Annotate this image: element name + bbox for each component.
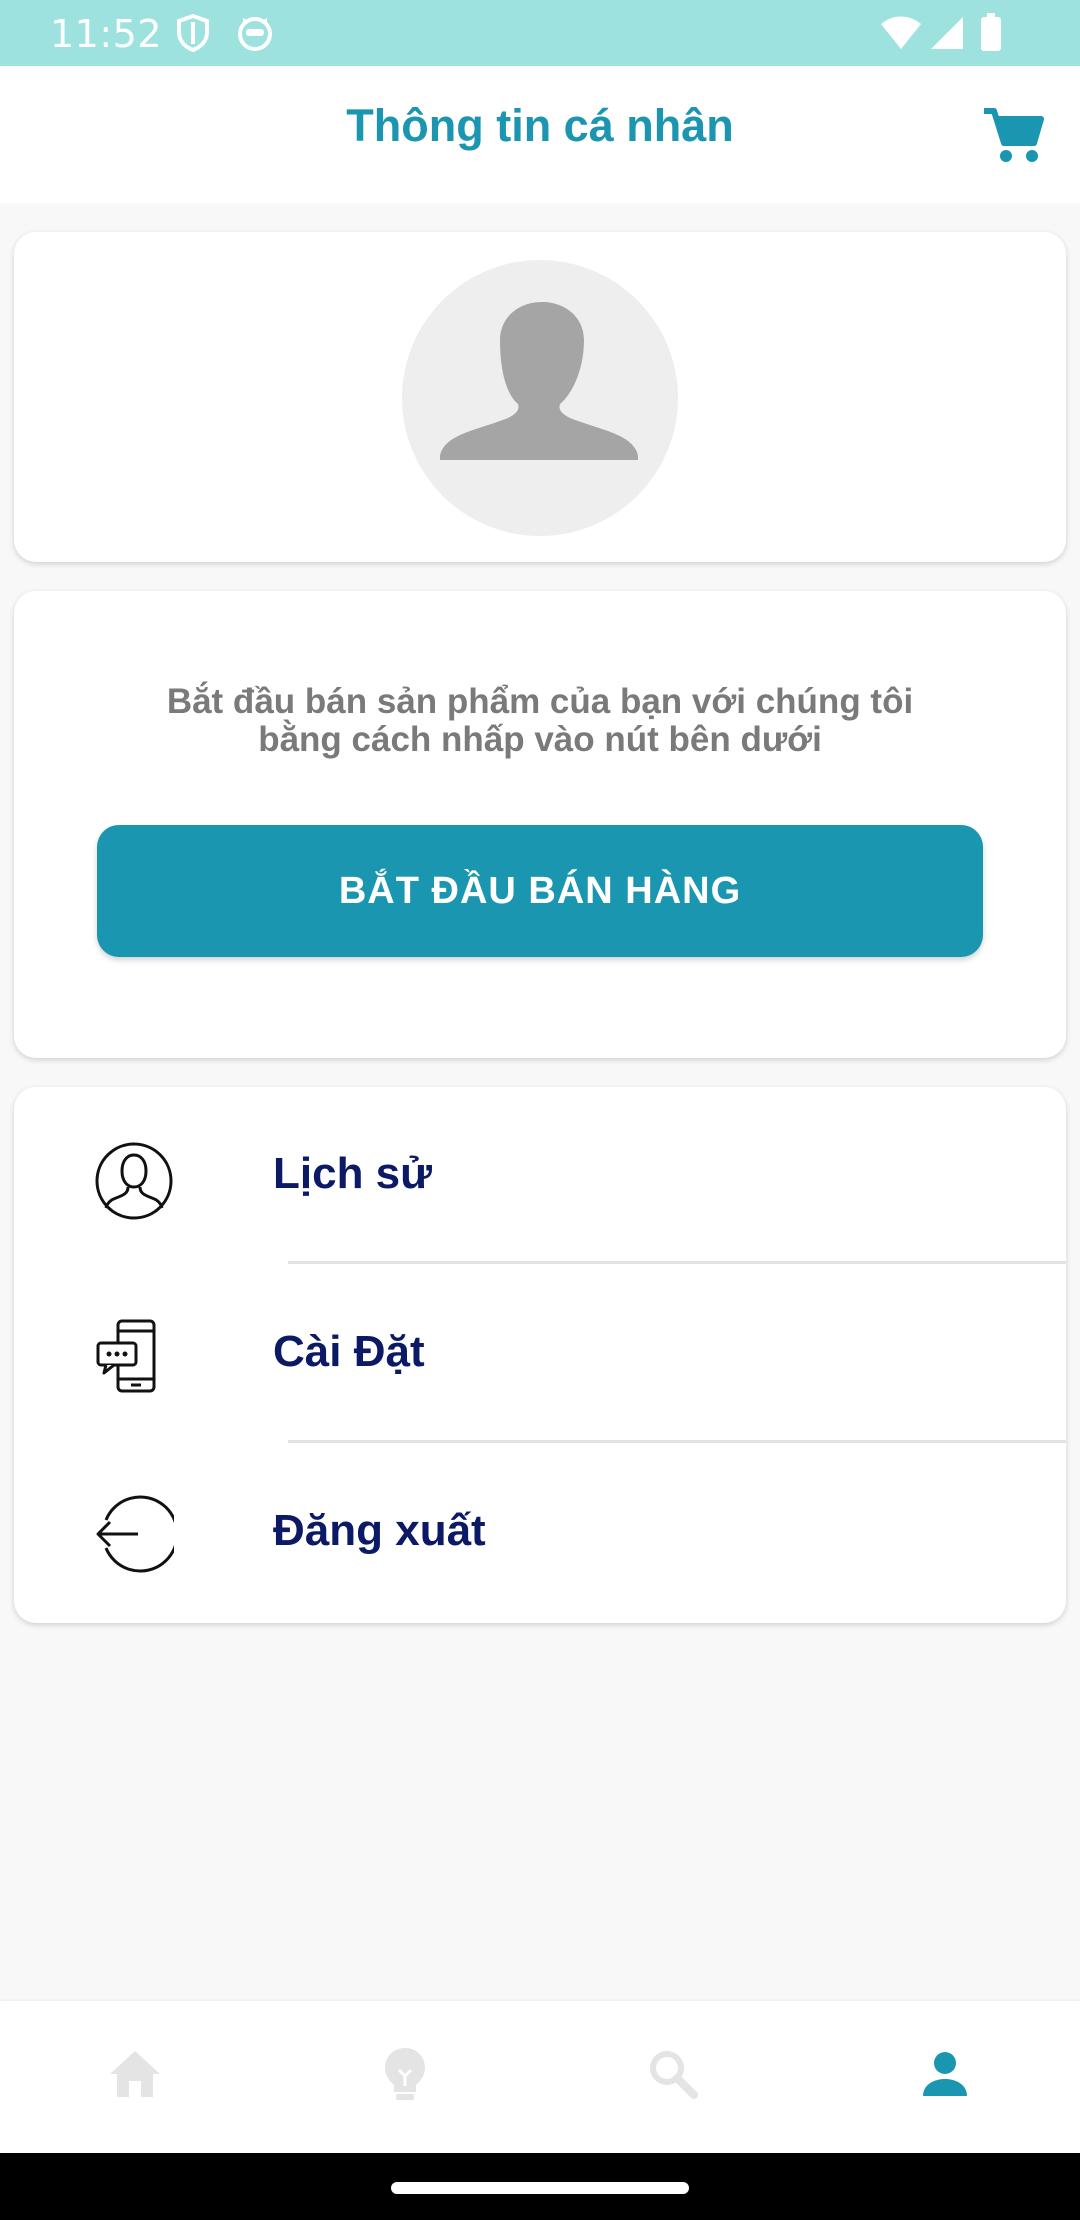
avatar[interactable] (402, 260, 678, 536)
description-line-1: Bắt đầu bán sản phẩm của bạn với chúng t… (166, 682, 914, 721)
menu-item-history[interactable]: Lịch sử (14, 1087, 1066, 1265)
cat-face-icon (236, 14, 274, 57)
phone-chat-icon (94, 1317, 174, 1397)
battery-icon (980, 13, 1002, 56)
menu-item-settings[interactable]: Cài Đặt (14, 1265, 1066, 1443)
wifi-icon (880, 16, 922, 55)
menu-divider (288, 1440, 1066, 1443)
menu-item-label: Cài Đặt (273, 1327, 425, 1376)
cart-button[interactable] (980, 104, 1046, 170)
description-line-2: bằng cách nhấp vào nút bên dưới (258, 720, 822, 759)
home-gesture-handle[interactable] (391, 2182, 689, 2194)
start-selling-description: Bắt đầu bán sản phẩm của bạn với chúng t… (14, 683, 1066, 759)
menu-item-label: Đăng xuất (273, 1506, 486, 1555)
system-navigation-bar (0, 2153, 1080, 2220)
nav-search[interactable] (638, 2041, 708, 2111)
status-bar: 11:52 (0, 0, 1080, 66)
app-bar: Thông tin cá nhân (0, 66, 1080, 203)
start-selling-button[interactable]: BẮT ĐẦU BÁN HÀNG (97, 825, 983, 957)
status-time: 11:52 (50, 12, 163, 56)
avatar-placeholder-icon (402, 302, 678, 536)
menu-card: Lịch sử Cài Đặt Đăng xuất (14, 1087, 1066, 1623)
page-title: Thông tin cá nhân (346, 100, 734, 151)
cell-signal-icon (930, 16, 964, 55)
menu-divider (288, 1261, 1066, 1264)
person-icon (921, 2050, 969, 2103)
profile-card (14, 232, 1066, 562)
nav-home[interactable] (100, 2041, 170, 2111)
search-icon (648, 2049, 698, 2104)
logout-icon (94, 1494, 174, 1574)
menu-item-logout[interactable]: Đăng xuất (14, 1444, 1066, 1622)
bottom-navigation (0, 2001, 1080, 2153)
lightbulb-icon (383, 2046, 427, 2107)
menu-item-label: Lịch sử (273, 1149, 433, 1198)
nav-ideas[interactable] (370, 2041, 440, 2111)
cart-icon (982, 106, 1044, 169)
nav-profile[interactable] (910, 2041, 980, 2111)
home-icon (108, 2049, 162, 2104)
shield-icon (176, 13, 210, 57)
user-outline-icon (94, 1141, 174, 1221)
start-selling-card: Bắt đầu bán sản phẩm của bạn với chúng t… (14, 591, 1066, 1058)
